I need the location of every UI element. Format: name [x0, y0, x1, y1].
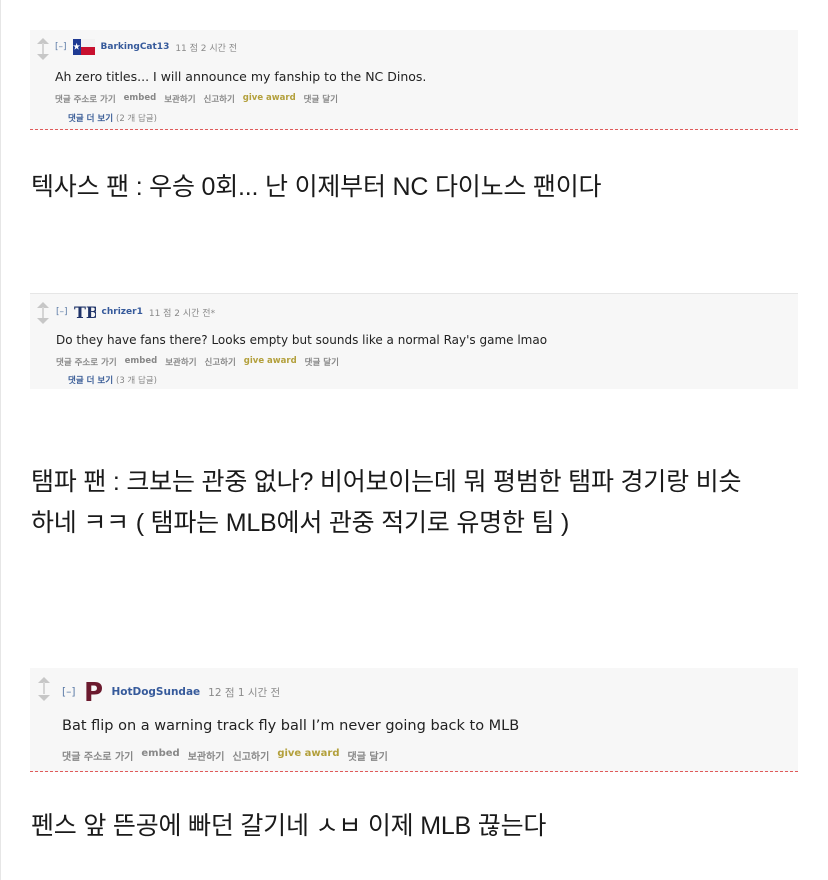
comment-meta: 12 점 1 시간 전: [208, 686, 281, 699]
comment-body: Do they have fans there? Looks empty but…: [56, 333, 548, 347]
vote-arrows: [37, 38, 49, 62]
author-link[interactable]: HotDogSundae: [111, 686, 200, 698]
permalink-button[interactable]: 댓글 주소로 가기: [55, 93, 116, 105]
comment-actions: 댓글 주소로 가기 embed 보관하기 신고하기 give award 댓글 …: [55, 93, 346, 105]
more-replies-count: (2 개 답글): [116, 114, 157, 124]
permalink-button[interactable]: 댓글 주소로 가기: [56, 356, 117, 368]
phillies-p-logo-icon: P: [83, 678, 105, 708]
more-replies-count: (3 개 답글): [116, 376, 157, 386]
comment-card: [–] TB chrizer1 11 점 2 시간 전* Do they hav…: [30, 293, 798, 389]
texas-flag-icon: [72, 39, 95, 55]
save-button[interactable]: 보관하기: [165, 356, 196, 368]
comment-meta: 11 점 2 시간 전*: [148, 308, 216, 319]
embed-button[interactable]: embed: [141, 748, 179, 763]
reply-button[interactable]: 댓글 달기: [304, 93, 338, 105]
more-replies-label[interactable]: 댓글 더 보기: [68, 376, 113, 386]
svg-text:TB: TB: [74, 303, 96, 321]
report-button[interactable]: 신고하기: [205, 356, 236, 368]
downvote-icon[interactable]: [37, 54, 49, 60]
give-award-button[interactable]: give award: [244, 356, 297, 368]
vote-arrows: [38, 677, 50, 705]
save-button[interactable]: 보관하기: [188, 748, 225, 763]
report-button[interactable]: 신고하기: [233, 748, 270, 763]
caption-text: 펜스 앞 뜬공에 빠던 갈기네 ㅅㅂ 이제 MLB 끊는다: [31, 812, 547, 840]
reply-button[interactable]: 댓글 달기: [305, 356, 339, 368]
permalink-button[interactable]: 댓글 주소로 가기: [62, 748, 133, 763]
comment-actions: 댓글 주소로 가기 embed 보관하기 신고하기 give award 댓글 …: [56, 356, 347, 368]
left-border: [0, 0, 1, 880]
more-replies-link[interactable]: 댓글 더 보기 (2 개 답글): [68, 112, 157, 124]
downvote-icon[interactable]: [38, 695, 50, 701]
report-button[interactable]: 신고하기: [204, 93, 235, 105]
caption-text: 탬파 팬 : 크보는 관중 없나? 비어보이는데 뭐 평범한 탬파 경기랑 비슷: [31, 468, 742, 496]
save-button[interactable]: 보관하기: [164, 93, 195, 105]
reply-button[interactable]: 댓글 달기: [348, 748, 388, 763]
give-award-button[interactable]: give award: [277, 748, 339, 763]
comment-body: Ah zero titles... I will announce my fan…: [55, 69, 427, 84]
downvote-icon[interactable]: [37, 318, 49, 324]
tampa-bay-rays-logo-icon: TB: [74, 303, 99, 322]
collapse-toggle[interactable]: [–]: [55, 42, 67, 52]
more-replies-label[interactable]: 댓글 더 보기: [68, 114, 113, 124]
comment-actions: 댓글 주소로 가기 embed 보관하기 신고하기 give award 댓글 …: [62, 748, 396, 763]
comment-header: [–] BarkingCat13 11 점 2 시간 전: [55, 39, 237, 55]
author-link[interactable]: BarkingCat13: [101, 42, 170, 52]
svg-text:P: P: [84, 679, 103, 705]
comment-header: [–] TB chrizer1 11 점 2 시간 전*: [56, 303, 216, 322]
caption-text: 텍사스 팬 : 우승 0회... 난 이제부터 NC 다이노스 팬이다: [31, 173, 602, 201]
comment-card: [–] P HotDogSundae 12 점 1 시간 전 Bat flip …: [30, 668, 798, 772]
collapse-toggle[interactable]: [–]: [56, 307, 68, 317]
embed-button[interactable]: embed: [125, 356, 158, 368]
more-replies-link[interactable]: 댓글 더 보기 (3 개 답글): [68, 374, 157, 386]
collapse-toggle[interactable]: [–]: [62, 686, 75, 698]
comment-header: [–] P HotDogSundae 12 점 1 시간 전: [62, 678, 281, 708]
comment-card: [–] BarkingCat13 11 점 2 시간 전 Ah zero tit…: [30, 30, 798, 130]
caption-text: 하네 ㅋㅋ ( 탬파는 MLB에서 관중 적기로 유명한 팀 ): [31, 509, 570, 537]
vote-divider: [43, 682, 45, 694]
comment-meta: 11 점 2 시간 전: [175, 43, 238, 54]
author-link[interactable]: chrizer1: [102, 307, 143, 317]
give-award-button[interactable]: give award: [243, 93, 296, 105]
comment-body: Bat flip on a warning track fly ball I’m…: [62, 718, 520, 734]
vote-arrows: [37, 302, 49, 326]
embed-button[interactable]: embed: [124, 93, 157, 105]
